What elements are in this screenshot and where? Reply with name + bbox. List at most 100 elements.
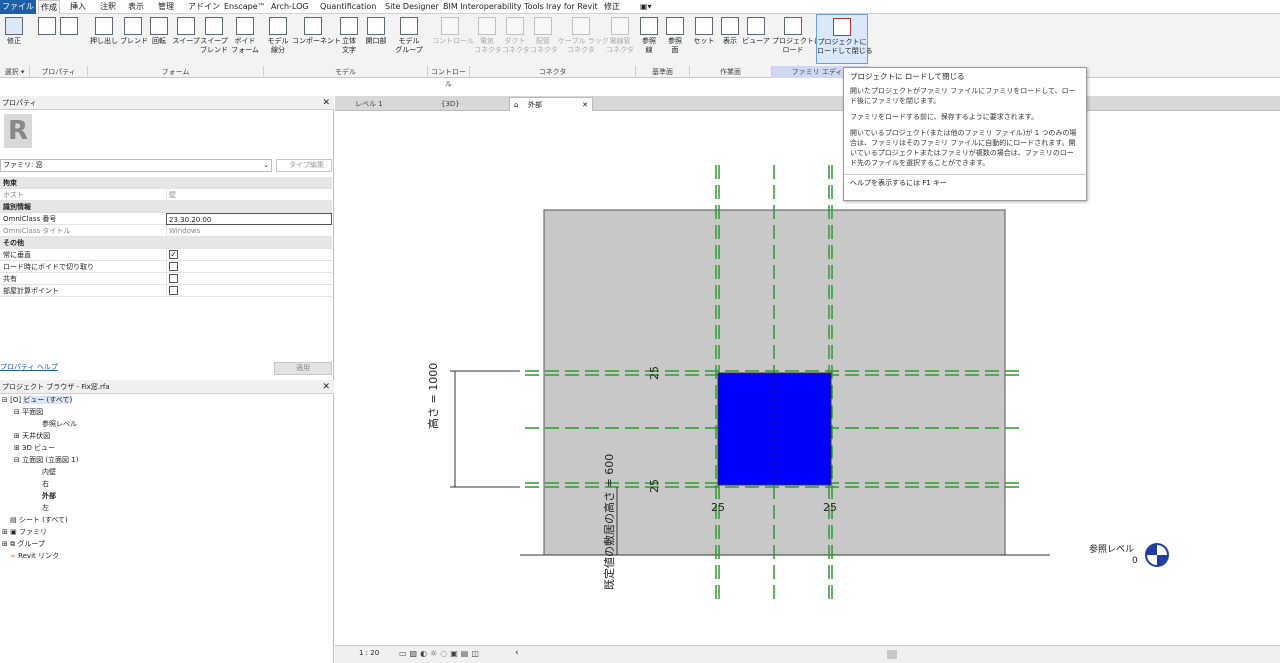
tree-revit-links[interactable]: ∞ Revit リンク [10, 550, 59, 562]
dim-25-top[interactable]: 25 [648, 366, 661, 380]
prop-omniclass-title: OmniClass タイトル Windows [0, 225, 332, 237]
model-line-button[interactable]: モデル 線分 [266, 14, 290, 64]
swept-blend-button[interactable]: スイープ ブレンド [200, 14, 228, 64]
scroll-left-icon[interactable]: ‹ [515, 648, 519, 658]
tree-groups[interactable]: ⊞ ⧉ グループ [2, 538, 45, 550]
tab-enscape[interactable]: Enscape™ [222, 0, 268, 14]
tab-file[interactable]: ファイル [0, 0, 36, 14]
tree-views-all[interactable]: ⊟ [O] ビュー (すべて) [2, 394, 73, 406]
tab-addins[interactable]: アドイン [186, 0, 222, 14]
tab-level-1[interactable]: レベル 1 [337, 97, 421, 111]
reference-plane-button[interactable]: 参照面 [662, 14, 688, 64]
tab-modify[interactable]: 修正 [602, 0, 622, 14]
cut-with-voids-checkbox[interactable] [169, 262, 178, 271]
electrical-connector-button[interactable]: 電気 コネクタ [474, 14, 502, 64]
swept-blend-icon [205, 17, 223, 35]
conduit-connector-button[interactable]: 電線管 コネクタ [606, 14, 634, 64]
close-icon[interactable]: ✕ [322, 380, 330, 394]
duct-connector-button[interactable]: ダクト コネクタ [502, 14, 530, 64]
tab-create[interactable]: 作成 [38, 0, 60, 14]
modify-button[interactable]: 修正 [2, 14, 26, 64]
height-dimension-label[interactable]: 高さ = 1000 [425, 363, 441, 429]
panel-toggle-icon[interactable]: ▣▾ [638, 0, 654, 14]
properties-buttons[interactable] [32, 14, 84, 64]
model-text-button[interactable]: 立体 文字 [338, 14, 360, 64]
tab-archlog[interactable]: Arch-LOG [269, 0, 311, 14]
load-into-project-button[interactable]: プロジェクトに ロード [772, 14, 821, 64]
blend-button[interactable]: ブレンド [120, 14, 148, 64]
control-button[interactable]: コントロール [432, 14, 474, 64]
tree-exterior[interactable]: 外部 [42, 490, 56, 502]
void-form-button[interactable]: ボイド フォーム [230, 14, 260, 64]
tab-quantification[interactable]: Quantification [318, 0, 378, 14]
tab-iray[interactable]: Iray for Revit [544, 0, 600, 14]
tab-insert[interactable]: 挿入 [68, 0, 88, 14]
tab-bim-interop[interactable]: BIM Interoperability Tools [441, 0, 546, 14]
tab-3d[interactable]: {3D} [423, 97, 507, 111]
tree-3d-views[interactable]: ⊞ 3D ビュー [14, 442, 55, 454]
scale-display[interactable]: 1 : 20 [359, 649, 379, 657]
sill-height-label[interactable]: 既定値の敷居の高さ = 600 [601, 454, 617, 590]
tree-interior[interactable]: 内壁 [42, 466, 56, 478]
extrusion-button[interactable]: 押し出し [90, 14, 118, 64]
tree-right[interactable]: 右 [42, 478, 49, 490]
pipe-connector-button[interactable]: 配管 コネクタ [530, 14, 558, 64]
tree-sheets[interactable]: ▤ シート (すべて) [10, 514, 68, 526]
horizontal-scrollbar-thumb[interactable] [887, 650, 897, 659]
model-group-icon [400, 17, 418, 35]
cable-tray-connector-icon [572, 17, 590, 35]
revolve-button[interactable]: 回転 [148, 14, 170, 64]
component-button[interactable]: コンポーネント [292, 14, 341, 64]
reference-line-button[interactable]: 参照線 [638, 14, 660, 64]
room-calc-checkbox[interactable] [169, 286, 178, 295]
dim-25-right[interactable]: 25 [823, 501, 837, 514]
tab-exterior[interactable]: ⌂ 外部 ✕ [509, 97, 593, 111]
level-name[interactable]: 参照レベル [1089, 542, 1134, 555]
tree-families[interactable]: ⊞ ▣ ファミリ [2, 526, 47, 538]
void-form-icon [236, 17, 254, 35]
show-workplane-button[interactable]: 表示 [718, 14, 742, 64]
set-workplane-button[interactable]: セット [692, 14, 716, 64]
left-pane: プロパティ ✕ R ファミリ: 窓 ⌄ タイプ編集 拘束 ホスト壁 識別情報 Omn… [0, 96, 334, 663]
level-value[interactable]: 0 [1132, 556, 1138, 566]
tree-left[interactable]: 左 [42, 502, 49, 514]
group-constraints[interactable]: 拘束 [0, 177, 332, 189]
properties-help-link[interactable]: プロパティ ヘルプ [0, 362, 58, 372]
sweep-button[interactable]: スイープ [172, 14, 200, 64]
opening-button[interactable]: 開口部 [362, 14, 390, 64]
edit-type-button[interactable]: タイプ編集 [276, 159, 332, 172]
tree-elevations[interactable]: ⊟ 立面図 (立面図 1) [14, 454, 78, 466]
apply-button[interactable]: 適用 [274, 362, 332, 375]
close-icon[interactable]: ✕ [582, 98, 588, 112]
prop-omniclass-number[interactable]: OmniClass 番号 23.30.20.00 [0, 213, 332, 225]
drawing-canvas[interactable]: 高さ = 1000 既定値の敷居の高さ = 600 25 25 25 25 参照… [335, 111, 1268, 645]
group-identity[interactable]: 識別情報 [0, 201, 332, 213]
panel-select[interactable]: 選択 ▾ [0, 66, 30, 78]
cable-tray-connector-button[interactable]: ケーブル ラック コネクタ [558, 14, 609, 64]
tab-annotate[interactable]: 注釈 [98, 0, 118, 14]
dim-25-bottom[interactable]: 25 [648, 479, 661, 493]
always-vertical-checkbox[interactable]: ✓ [169, 250, 178, 259]
tab-view[interactable]: 表示 [126, 0, 146, 14]
menu-bar: ファイル 作成 挿入 注釈 表示 管理 アドイン Enscape™ Arch-L… [0, 0, 1280, 14]
revit-family-icon: R [4, 114, 32, 148]
close-icon[interactable]: ✕ [322, 96, 330, 110]
view-control-icons[interactable]: ▭▨◐☼◌▣▤◫ [399, 649, 482, 658]
conduit-connector-icon [611, 17, 629, 35]
tree-ref-level[interactable]: 参照レベル [42, 418, 77, 430]
type-properties-icon [60, 17, 78, 35]
model-group-button[interactable]: モデル グループ [394, 14, 424, 64]
family-type-select[interactable]: ファミリ: 窓 ⌄ [0, 159, 272, 172]
level-head-icon[interactable] [1145, 543, 1169, 567]
view-tab-bar: レベル 1 {3D} ⌂ 外部 ✕ [335, 96, 1280, 111]
tab-manage[interactable]: 管理 [156, 0, 176, 14]
cursor-icon [5, 17, 23, 35]
load-and-close-button[interactable]: プロジェクトに ロードして閉じる [816, 14, 873, 64]
dim-25-left[interactable]: 25 [711, 501, 725, 514]
tree-floor-plans[interactable]: ⊟ 平面図 [14, 406, 43, 418]
shared-checkbox[interactable] [169, 274, 178, 283]
viewer-button[interactable]: ビューア [742, 14, 770, 64]
group-other[interactable]: その他 [0, 237, 332, 249]
tab-site-designer[interactable]: Site Designer [383, 0, 441, 14]
tree-ceiling-plans[interactable]: ⊞ 天井伏図 [14, 430, 50, 442]
